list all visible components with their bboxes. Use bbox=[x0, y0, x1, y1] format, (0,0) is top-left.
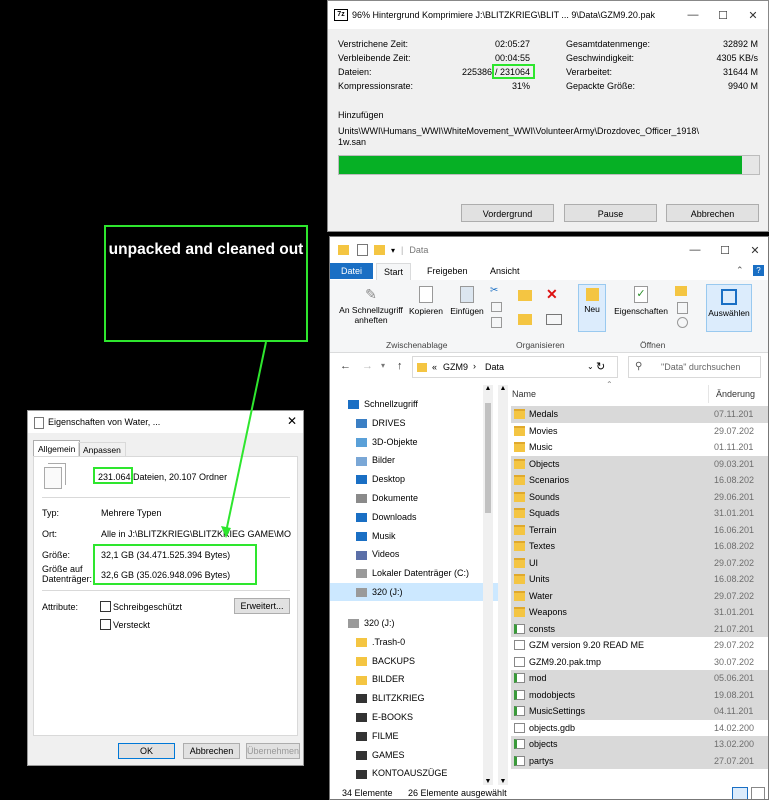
annotation-arrow bbox=[221, 341, 267, 538]
annotation-arrowhead-icon bbox=[221, 526, 231, 538]
annotation-arrow-line bbox=[225, 341, 267, 533]
